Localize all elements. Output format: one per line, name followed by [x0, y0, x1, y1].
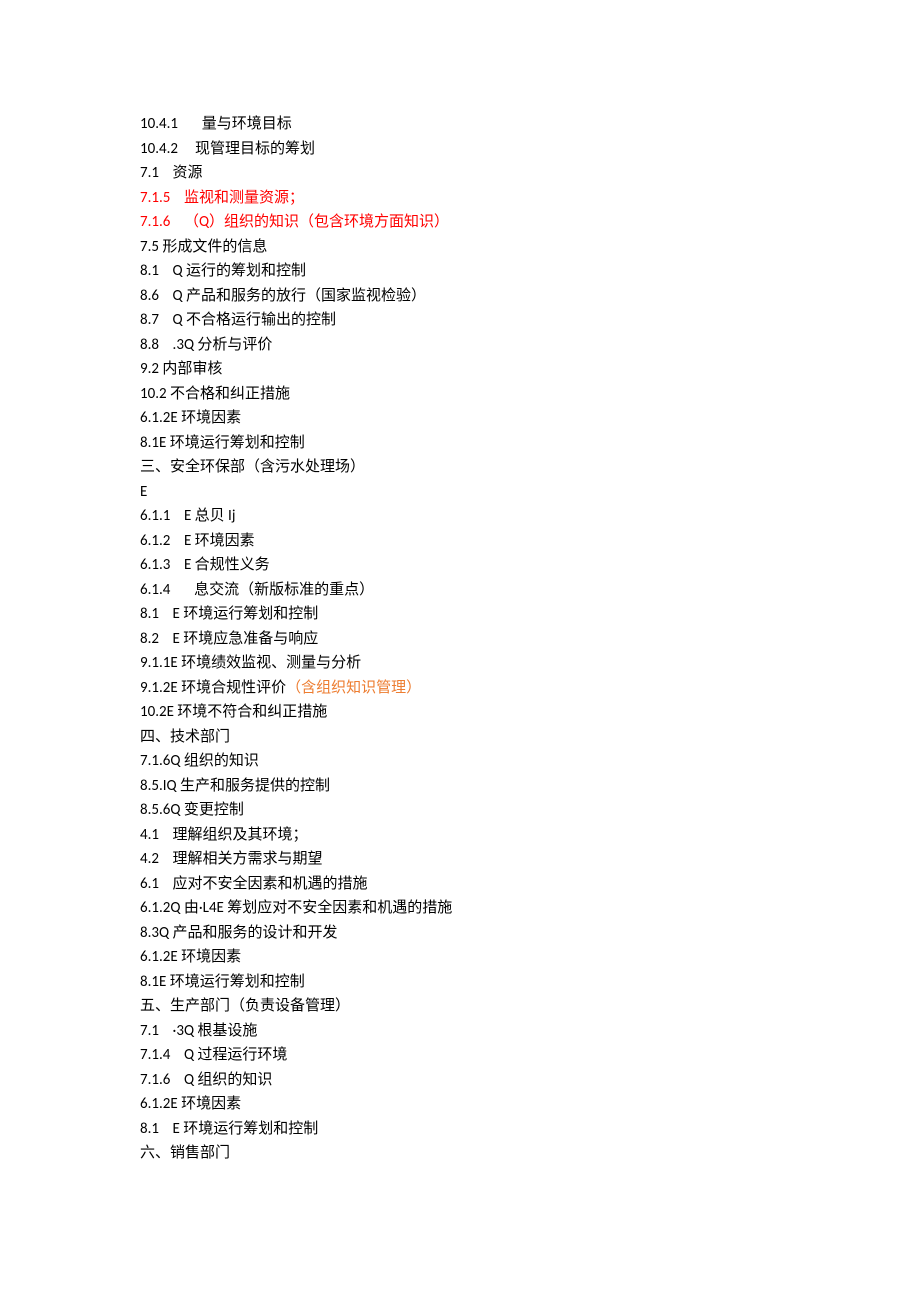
text-line: 9.1.2E 环境合规性评价（含组织知识管理） [140, 676, 780, 701]
text-segment: 7.1.5 监视和测量资源； [140, 189, 304, 207]
text-line: 6.1.2E 环境因素 [140, 406, 780, 431]
text-line: 10.2 不合格和纠正措施 [140, 382, 780, 407]
text-line: 8.1E 环境运行筹划和控制 [140, 970, 780, 995]
text-line: E [140, 480, 780, 505]
text-line: 10.2E 环境不符合和纠正措施 [140, 700, 780, 725]
text-line: 8.1 E 环境运行筹划和控制 [140, 1117, 780, 1142]
text-line: 7.5 形成文件的信息 [140, 235, 780, 260]
text-line: 7.1.4 Q 过程运行环境 [140, 1043, 780, 1068]
text-line: 8.7 Q 不合格运行输出的控制 [140, 308, 780, 333]
text-line: 四、技术部门 [140, 725, 780, 750]
text-line: 8.5.IQ 生产和服务提供的控制 [140, 774, 780, 799]
text-line: 7.1 资源 [140, 161, 780, 186]
text-line: 五、生产部门（负责设备管理） [140, 994, 780, 1019]
text-segment: （含组织知识管理） [286, 679, 421, 697]
text-line: 9.2 内部审核 [140, 357, 780, 382]
text-line: 6.1 应对不安全因素和机遇的措施 [140, 872, 780, 897]
text-line: 6.1.2 E 环境因素 [140, 529, 780, 554]
text-line: 7.1 ·3Q 根基设施 [140, 1019, 780, 1044]
text-line: 7.1.5 监视和测量资源； [140, 186, 780, 211]
text-line: 6.1.2Q 由·L4E 筹划应对不安全因素和机遇的措施 [140, 896, 780, 921]
text-segment: 9.1.2E 环境合规性评价 [140, 679, 286, 697]
text-line: 10.4.2 现管理目标的筹划 [140, 137, 780, 162]
text-line: 6.1.3 E 合规性义务 [140, 553, 780, 578]
text-line: 8.8 .3Q 分析与评价 [140, 333, 780, 358]
text-segment: 7.1.6 （Q）组织的知识（包含环境方面知识） [140, 213, 449, 231]
text-line: 6.1.2E 环境因素 [140, 945, 780, 970]
text-line: 6.1.2E 环境因素 [140, 1092, 780, 1117]
text-line: 10.4.1 量与环境目标 [140, 112, 780, 137]
text-line: 6.1.1 E 总贝 Ij [140, 504, 780, 529]
text-line: 6.1.4 息交流（新版标准的重点） [140, 578, 780, 603]
text-line: 4.2 理解相关方需求与期望 [140, 847, 780, 872]
text-line: 7.1.6Q 组织的知识 [140, 749, 780, 774]
text-line: 9.1.1E 环境绩效监视、测量与分析 [140, 651, 780, 676]
text-line: 8.1E 环境运行筹划和控制 [140, 431, 780, 456]
document-content: 10.4.1 量与环境目标10.4.2 现管理目标的筹划7.1 资源 7.1.5 … [140, 112, 780, 1166]
text-line: 8.1 Q 运行的筹划和控制 [140, 259, 780, 284]
text-line: 7.1.6 （Q）组织的知识（包含环境方面知识） [140, 210, 780, 235]
text-line: 4.1 理解组织及其环境； [140, 823, 780, 848]
text-line: 8.6 Q 产品和服务的放行（国家监视检验） [140, 284, 780, 309]
text-line: 8.5.6Q 变更控制 [140, 798, 780, 823]
text-line: 7.1.6 Q 组织的知识 [140, 1068, 780, 1093]
text-line: 三、安全环保部（含污水处理场） [140, 455, 780, 480]
document-page: 10.4.1 量与环境目标10.4.2 现管理目标的筹划7.1 资源 7.1.5 … [0, 0, 920, 1301]
text-line: 8.2 E 环境应急准备与响应 [140, 627, 780, 652]
text-line: 8.1 E 环境运行筹划和控制 [140, 602, 780, 627]
text-line: 六、销售部门 [140, 1141, 780, 1166]
text-line: 8.3Q 产品和服务的设计和开发 [140, 921, 780, 946]
